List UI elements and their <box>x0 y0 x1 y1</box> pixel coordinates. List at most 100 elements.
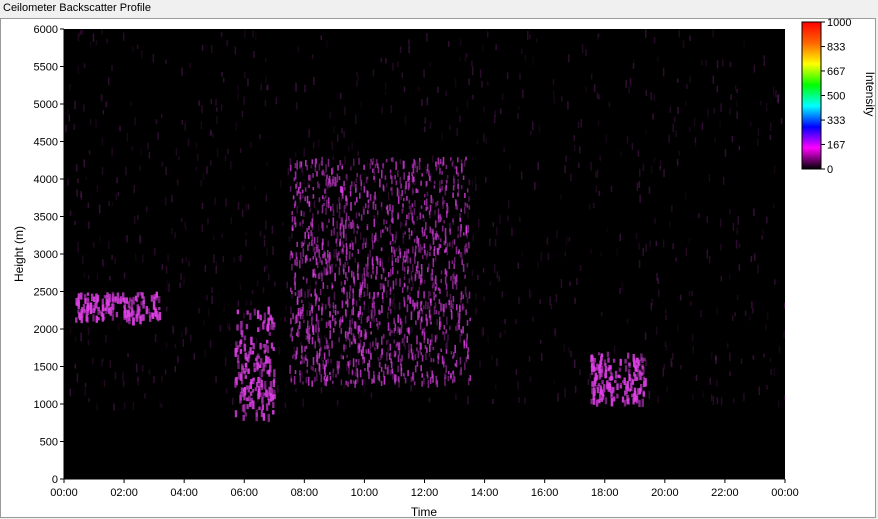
speckle <box>81 255 84 264</box>
backscatter-cell <box>315 293 317 301</box>
backscatter-cell <box>457 172 459 177</box>
backscatter-cell <box>335 321 337 325</box>
backscatter-cell <box>446 316 448 325</box>
backscatter-cell <box>374 191 376 200</box>
y-tick-label: 6000 <box>34 24 58 36</box>
backscatter-cell <box>403 266 406 272</box>
speckle <box>564 388 566 398</box>
backscatter-cell <box>466 333 468 340</box>
speckle <box>701 122 704 130</box>
backscatter-cell <box>459 230 462 238</box>
backscatter-cell <box>452 192 454 198</box>
backscatter-cell <box>321 204 324 214</box>
speckle <box>200 180 202 187</box>
speckle <box>482 327 485 336</box>
backscatter-cell <box>423 377 425 385</box>
backscatter-cell <box>445 348 448 354</box>
backscatter-cell <box>290 317 292 325</box>
backscatter-cell <box>440 321 442 327</box>
backscatter-cell <box>392 370 394 380</box>
speckle <box>288 236 291 242</box>
speckle <box>749 316 751 321</box>
backscatter-cell <box>450 275 452 281</box>
speckle <box>75 164 78 172</box>
backscatter-cell <box>390 358 392 364</box>
backscatter-cell <box>294 370 297 375</box>
speckle <box>529 376 532 383</box>
speckle <box>326 40 328 49</box>
speckle <box>263 235 266 240</box>
backscatter-cell <box>302 381 304 385</box>
backscatter-cell <box>239 348 243 354</box>
backscatter-cell <box>301 258 304 264</box>
backscatter-cell <box>446 246 448 255</box>
speckle <box>214 197 216 205</box>
backscatter-cell <box>383 376 386 385</box>
backscatter-cell <box>339 185 342 192</box>
backscatter-cell <box>448 260 451 270</box>
backscatter-cell <box>116 297 120 304</box>
speckle <box>74 336 77 342</box>
backscatter-cell <box>369 194 372 201</box>
backscatter-cell <box>457 234 459 238</box>
backscatter-cell <box>397 255 399 263</box>
speckle <box>657 396 659 404</box>
speckle <box>508 199 510 209</box>
backscatter-cell <box>77 293 80 297</box>
speckle <box>676 158 679 166</box>
speckle <box>685 101 687 106</box>
speckle <box>140 149 143 157</box>
speckle <box>154 247 156 256</box>
speckle <box>111 147 113 157</box>
speckle <box>600 252 602 257</box>
speckle <box>320 333 322 340</box>
backscatter-cell <box>243 343 247 352</box>
speckle <box>770 122 772 131</box>
speckle <box>637 150 640 157</box>
backscatter-cell <box>446 205 449 214</box>
backscatter-cell <box>323 203 325 207</box>
backscatter-cell <box>362 206 365 214</box>
speckle <box>230 161 232 170</box>
backscatter-cell <box>384 225 387 230</box>
speckle <box>142 254 144 263</box>
speckle <box>148 151 151 159</box>
backscatter-cell <box>374 347 376 351</box>
speckle <box>296 206 298 214</box>
x-tick-label: 18:00 <box>591 487 619 499</box>
speckle <box>453 215 456 224</box>
backscatter-cell <box>302 248 305 257</box>
backscatter-cell <box>394 374 396 383</box>
backscatter-cell <box>421 173 423 177</box>
speckle <box>743 393 745 402</box>
backscatter-cell <box>406 255 409 264</box>
speckle <box>215 98 217 106</box>
speckle <box>268 273 270 281</box>
backscatter-cell <box>295 314 298 324</box>
speckle <box>671 205 673 212</box>
backscatter-cell <box>640 353 643 361</box>
speckle <box>69 84 71 90</box>
speckle <box>202 172 205 181</box>
speckle <box>251 289 254 295</box>
speckle <box>642 247 644 256</box>
speckle <box>564 251 567 257</box>
backscatter-cell <box>451 161 454 167</box>
speckle <box>399 159 402 165</box>
backscatter-cell <box>314 376 316 383</box>
backscatter-cell <box>320 317 323 322</box>
backscatter-cell <box>257 327 260 333</box>
speckle <box>83 272 86 278</box>
speckle <box>664 340 667 347</box>
backscatter-cell <box>360 284 362 293</box>
speckle <box>303 179 306 185</box>
speckle <box>221 232 223 238</box>
speckle <box>587 378 590 386</box>
backscatter-cell <box>440 348 442 352</box>
speckle <box>126 235 128 243</box>
backscatter-cell <box>321 156 323 166</box>
backscatter-cell <box>389 308 392 314</box>
speckle <box>263 266 266 272</box>
speckle <box>736 111 738 119</box>
speckle <box>456 107 458 112</box>
